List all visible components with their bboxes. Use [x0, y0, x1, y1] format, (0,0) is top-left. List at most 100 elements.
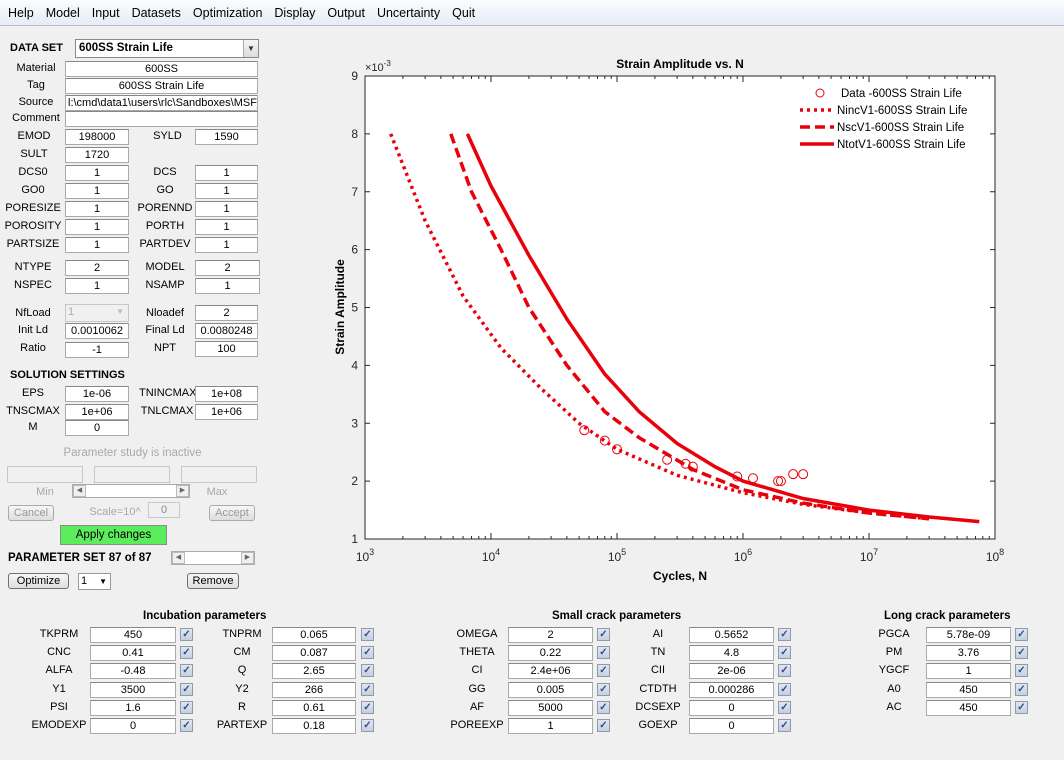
menu-datasets[interactable]: Datasets	[126, 0, 187, 26]
partsize-field[interactable]: 1	[65, 237, 129, 253]
nfload-dropdown[interactable]: 1 ▼	[65, 304, 129, 322]
param-field[interactable]: 266	[272, 681, 356, 698]
param-field[interactable]: 0.22	[508, 645, 593, 662]
param-checkbox[interactable]: ✓	[778, 646, 791, 660]
porth-field[interactable]: 1	[195, 219, 258, 235]
param-field[interactable]: -0.48	[90, 663, 176, 680]
scroll-right-icon[interactable]: ▶	[241, 552, 254, 564]
final-ld-field[interactable]: 0.0080248	[195, 323, 258, 339]
param-field[interactable]: 0.005	[508, 681, 593, 698]
syld-field[interactable]: 1590	[195, 129, 258, 145]
param-slider[interactable]: ◀ ▶	[72, 484, 190, 498]
param-field[interactable]: 4.8	[689, 645, 774, 662]
model-field[interactable]: 2	[195, 260, 260, 276]
tag-field[interactable]: 600SS Strain Life	[65, 78, 258, 94]
optimize-button[interactable]: Optimize	[8, 573, 69, 589]
init-ld-field[interactable]: 0.0010062	[65, 323, 129, 339]
param-field[interactable]: 2e-06	[689, 663, 774, 680]
param-checkbox[interactable]: ✓	[361, 719, 374, 732]
dcs-field[interactable]: 1	[195, 165, 258, 181]
param-checkbox[interactable]: ✓	[361, 664, 374, 678]
param-field[interactable]: 0.18	[272, 718, 356, 734]
param-field[interactable]: 0.087	[272, 645, 356, 662]
optimize-select[interactable]: 1 ▼	[78, 573, 111, 590]
param-checkbox[interactable]: ✓	[597, 628, 610, 641]
param-field[interactable]: 0.065	[272, 627, 356, 643]
dcs0-field[interactable]: 1	[65, 165, 129, 181]
param-field[interactable]: 3.76	[926, 645, 1011, 662]
param-checkbox[interactable]: ✓	[778, 682, 791, 696]
param-field[interactable]: 0.41	[90, 645, 176, 662]
param-field[interactable]: 5.78e-09	[926, 627, 1011, 643]
source-field[interactable]: l:\cmd\data1\users\rlc\Sandboxes\MSF_	[65, 95, 258, 111]
param-checkbox[interactable]: ✓	[778, 664, 791, 678]
param-checkbox[interactable]: ✓	[180, 646, 193, 660]
menu-input[interactable]: Input	[86, 0, 126, 26]
menu-quit[interactable]: Quit	[446, 0, 481, 26]
tnscmax-field[interactable]: 1e+06	[65, 404, 129, 420]
param-checkbox[interactable]: ✓	[778, 700, 791, 714]
parameter-set-slider[interactable]: ◀ ▶	[171, 551, 255, 565]
remove-button[interactable]: Remove	[187, 573, 239, 589]
param-field[interactable]: 0	[689, 718, 774, 734]
go0-field[interactable]: 1	[65, 183, 129, 199]
param-field[interactable]: 1	[508, 718, 593, 734]
param-checkbox[interactable]: ✓	[1015, 700, 1028, 714]
param-field[interactable]: 450	[926, 681, 1011, 698]
menu-optimization[interactable]: Optimization	[187, 0, 268, 26]
param-checkbox[interactable]: ✓	[180, 682, 193, 696]
npt-field[interactable]: 100	[195, 341, 258, 357]
param-checkbox[interactable]: ✓	[361, 628, 374, 641]
scroll-left-icon[interactable]: ◀	[73, 485, 86, 497]
menu-help[interactable]: Help	[2, 0, 40, 26]
param-field[interactable]: 2.4e+06	[508, 663, 593, 680]
scroll-right-icon[interactable]: ▶	[176, 485, 189, 497]
poresize-field[interactable]: 1	[65, 201, 129, 217]
eps-field[interactable]: 1e-06	[65, 386, 129, 402]
accept-button[interactable]: Accept	[209, 505, 255, 521]
param-checkbox[interactable]: ✓	[778, 628, 791, 641]
param-field[interactable]: 2.65	[272, 663, 356, 680]
param-field[interactable]: 3500	[90, 681, 176, 698]
param-field[interactable]: 0.5652	[689, 627, 774, 643]
param-checkbox[interactable]: ✓	[597, 700, 610, 714]
porennd-field[interactable]: 1	[195, 201, 258, 217]
param-checkbox[interactable]: ✓	[361, 700, 374, 714]
param-field[interactable]: 0.61	[272, 699, 356, 716]
ntype-field[interactable]: 2	[65, 260, 129, 276]
param-field[interactable]: 450	[90, 627, 176, 643]
param-field[interactable]: 2	[508, 627, 593, 643]
param-checkbox[interactable]: ✓	[597, 646, 610, 660]
param-field[interactable]: 0	[689, 699, 774, 716]
menu-display[interactable]: Display	[268, 0, 321, 26]
param-checkbox[interactable]: ✓	[597, 682, 610, 696]
m-field[interactable]: 0	[65, 420, 129, 436]
param-field[interactable]: 1.6	[90, 699, 176, 716]
nloadef-field[interactable]: 2	[195, 305, 258, 321]
param-field[interactable]: 5000	[508, 699, 593, 716]
param-checkbox[interactable]: ✓	[180, 719, 193, 732]
tnlcmax-field[interactable]: 1e+06	[195, 404, 258, 420]
param-checkbox[interactable]: ✓	[778, 719, 791, 732]
param-max-field[interactable]	[181, 466, 257, 483]
param-field[interactable]: 0.000286	[689, 681, 774, 698]
ratio-field[interactable]: -1	[65, 342, 129, 358]
param-field[interactable]: 1	[926, 663, 1011, 680]
sult-field[interactable]: 1720	[65, 147, 129, 163]
nspec-field[interactable]: 1	[65, 278, 129, 294]
param-checkbox[interactable]: ✓	[1015, 664, 1028, 678]
scroll-left-icon[interactable]: ◀	[172, 552, 185, 564]
go-field[interactable]: 1	[195, 183, 258, 199]
param-checkbox[interactable]: ✓	[180, 628, 193, 641]
param-min-field[interactable]	[7, 466, 83, 483]
param-field[interactable]: 450	[926, 699, 1011, 716]
nsamp-field[interactable]: 1	[195, 278, 260, 294]
param-value-field[interactable]	[94, 466, 170, 483]
param-checkbox[interactable]: ✓	[1015, 628, 1028, 641]
param-checkbox[interactable]: ✓	[1015, 682, 1028, 696]
param-checkbox[interactable]: ✓	[597, 664, 610, 678]
porosity-field[interactable]: 1	[65, 219, 129, 235]
param-checkbox[interactable]: ✓	[597, 719, 610, 732]
menu-output[interactable]: Output	[321, 0, 371, 26]
partdev-field[interactable]: 1	[195, 237, 258, 253]
